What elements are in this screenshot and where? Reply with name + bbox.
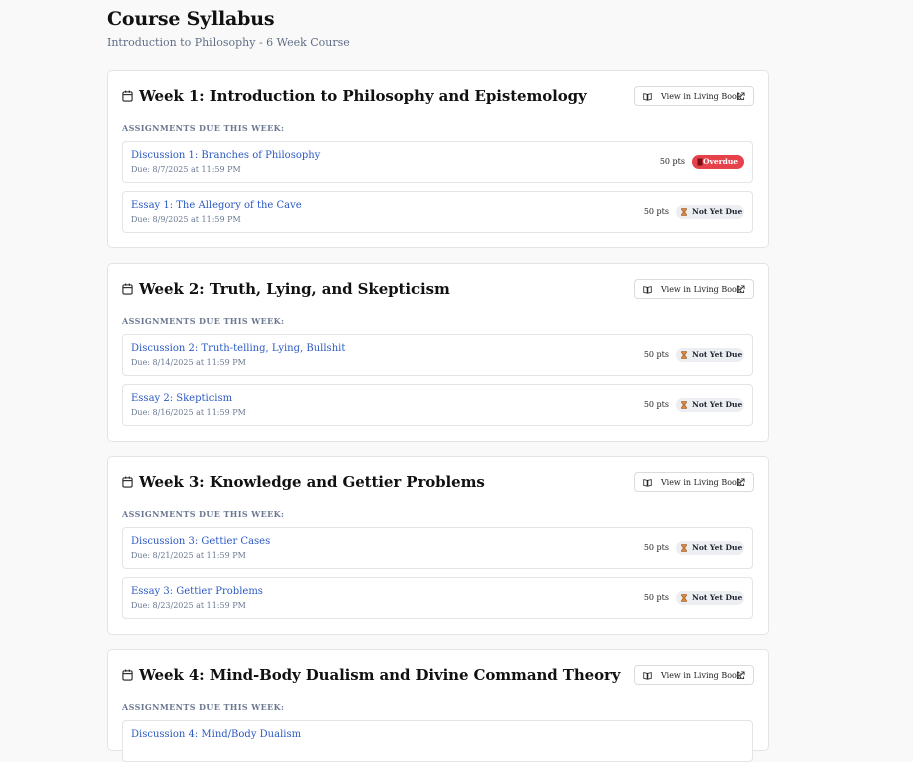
assignment-link[interactable]: Essay 3: Gettier Problems — [131, 586, 263, 598]
calendar-icon — [122, 476, 133, 488]
assignment-due-date: Due: 8/21/2025 at 11:59 PM — [131, 551, 246, 560]
week-header: Week 3: Knowledge and Gettier Problems V… — [122, 472, 754, 495]
external-link-icon — [736, 671, 745, 680]
assignment-due-date: Due: 8/9/2025 at 11:59 PM — [131, 215, 241, 224]
week-card: Week 2: Truth, Lying, and Skepticism Vie… — [107, 263, 769, 442]
alert-square-icon — [697, 158, 703, 166]
view-in-living-book-button[interactable]: View in Living Book — [634, 279, 754, 299]
external-link-icon — [736, 285, 745, 294]
status-badge-label: Not Yet Due — [692, 207, 743, 216]
week-card: Week 3: Knowledge and Gettier Problems V… — [107, 456, 769, 635]
assignment-link[interactable]: Discussion 1: Branches of Philosophy — [131, 150, 320, 162]
assignment-link[interactable]: Discussion 4: Mind/Body Dualism — [131, 729, 301, 741]
assignment-points: 50 pts — [643, 350, 669, 359]
assignment-points: 50 pts — [659, 157, 685, 166]
calendar-icon — [122, 90, 133, 102]
assignments-heading: ASSIGNMENTS DUE THIS WEEK: — [122, 509, 285, 519]
hourglass-icon — [681, 208, 687, 216]
assignment-row: Discussion 1: Branches of Philosophy Due… — [122, 141, 753, 183]
assignment-due-date: Due: 8/7/2025 at 11:59 PM — [131, 165, 241, 174]
week-card: Week 4: Mind-Body Dualism and Divine Com… — [107, 649, 769, 762]
week-header: Week 2: Truth, Lying, and Skepticism Vie… — [122, 279, 754, 302]
assignment-row: Essay 1: The Allegory of the Cave Due: 8… — [122, 191, 753, 233]
assignment-due-date: Due: 8/16/2025 at 11:59 PM — [131, 408, 246, 417]
assignment-row: Discussion 3: Gettier Cases Due: 8/21/20… — [122, 527, 753, 569]
week-header: Week 4: Mind-Body Dualism and Divine Com… — [122, 665, 754, 688]
view-in-living-book-button[interactable]: View in Living Book — [634, 472, 754, 492]
book-open-icon — [643, 672, 652, 680]
status-badge: Overdue — [692, 155, 744, 169]
status-badge: Not Yet Due — [676, 591, 744, 605]
assignment-link[interactable]: Essay 1: The Allegory of the Cave — [131, 200, 302, 212]
assignment-link[interactable]: Essay 2: Skepticism — [131, 393, 232, 405]
assignment-points: 50 pts — [643, 400, 669, 409]
assignment-row: Essay 2: Skepticism Due: 8/16/2025 at 11… — [122, 384, 753, 426]
page-title: Course Syllabus — [107, 8, 275, 30]
status-badge: Not Yet Due — [676, 398, 744, 412]
week-title: Week 4: Mind-Body Dualism and Divine Com… — [139, 666, 621, 684]
status-badge-label: Not Yet Due — [692, 543, 743, 552]
view-in-living-book-label: View in Living Book — [661, 478, 742, 487]
assignment-due-date: Due: 8/23/2025 at 11:59 PM — [131, 601, 246, 610]
assignment-due-date: Due: 8/14/2025 at 11:59 PM — [131, 358, 246, 367]
status-badge-label: Overdue — [703, 157, 739, 166]
assignment-row: Discussion 2: Truth-telling, Lying, Bull… — [122, 334, 753, 376]
hourglass-icon — [681, 594, 687, 602]
status-badge: Not Yet Due — [676, 541, 744, 555]
assignment-link[interactable]: Discussion 3: Gettier Cases — [131, 536, 270, 548]
book-open-icon — [643, 93, 652, 101]
syllabus-page: Course Syllabus Introduction to Philosop… — [107, 0, 769, 762]
calendar-icon — [122, 669, 133, 681]
assignment-points: 50 pts — [643, 207, 669, 216]
hourglass-icon — [681, 544, 687, 552]
external-link-icon — [736, 478, 745, 487]
calendar-icon — [122, 283, 133, 295]
book-open-icon — [643, 286, 652, 294]
assignment-link[interactable]: Discussion 2: Truth-telling, Lying, Bull… — [131, 343, 345, 355]
view-in-living-book-label: View in Living Book — [661, 285, 742, 294]
assignments-heading: ASSIGNMENTS DUE THIS WEEK: — [122, 702, 285, 712]
hourglass-icon — [681, 401, 687, 409]
week-header: Week 1: Introduction to Philosophy and E… — [122, 86, 754, 109]
assignment-points: 50 pts — [643, 543, 669, 552]
status-badge-label: Not Yet Due — [692, 593, 743, 602]
assignments-heading: ASSIGNMENTS DUE THIS WEEK: — [122, 123, 285, 133]
page-subtitle: Introduction to Philosophy - 6 Week Cour… — [107, 36, 350, 49]
week-title: Week 1: Introduction to Philosophy and E… — [139, 87, 587, 105]
status-badge-label: Not Yet Due — [692, 400, 743, 409]
week-title: Week 2: Truth, Lying, and Skepticism — [139, 280, 450, 298]
status-badge: Not Yet Due — [676, 348, 744, 362]
view-in-living-book-label: View in Living Book — [661, 671, 742, 680]
view-in-living-book-button[interactable]: View in Living Book — [634, 665, 754, 685]
status-badge-label: Not Yet Due — [692, 350, 743, 359]
status-badge: Not Yet Due — [676, 205, 744, 219]
assignments-heading: ASSIGNMENTS DUE THIS WEEK: — [122, 316, 285, 326]
view-in-living-book-label: View in Living Book — [661, 92, 742, 101]
assignment-row: Discussion 4: Mind/Body Dualism — [122, 720, 753, 762]
assignment-row: Essay 3: Gettier Problems Due: 8/23/2025… — [122, 577, 753, 619]
external-link-icon — [736, 92, 745, 101]
assignment-points: 50 pts — [643, 593, 669, 602]
book-open-icon — [643, 479, 652, 487]
hourglass-icon — [681, 351, 687, 359]
week-title: Week 3: Knowledge and Gettier Problems — [139, 473, 485, 491]
week-card: Week 1: Introduction to Philosophy and E… — [107, 70, 769, 248]
view-in-living-book-button[interactable]: View in Living Book — [634, 86, 754, 106]
